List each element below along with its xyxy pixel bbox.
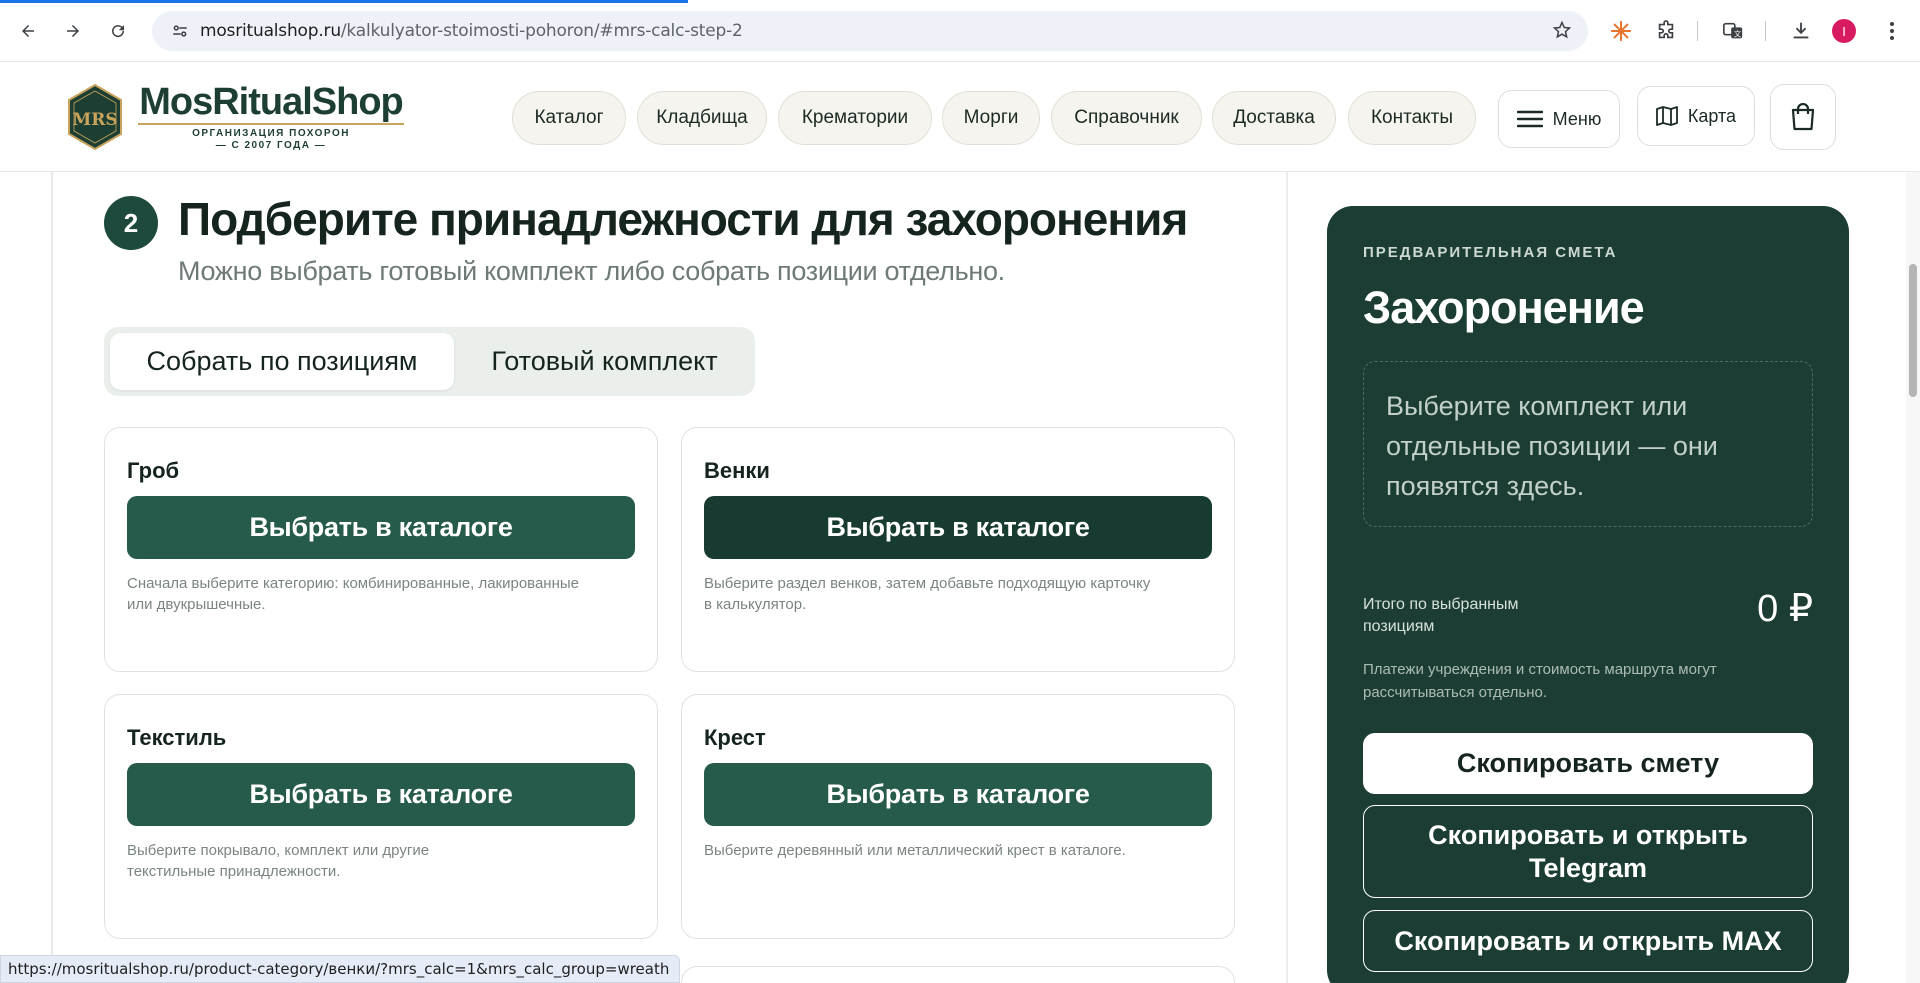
svg-text:MRS: MRS [72, 110, 117, 130]
site-header: MRS MosRitualShop ОРГАНИЗАЦИЯ ПОХОРОН — … [0, 62, 1920, 172]
nav-catalog[interactable]: Каталог [512, 91, 626, 145]
estimate-total-label: Итого по выбранным позициям [1363, 596, 1519, 635]
forward-button[interactable] [57, 15, 89, 47]
card-description-line: или двукрышечные. [127, 596, 266, 613]
profile-avatar[interactable]: I [1832, 19, 1856, 43]
content-divider [1286, 172, 1288, 983]
url-path: /kalkulyator-stoimosti-pohoron/#mrs-calc… [340, 21, 743, 41]
card-title: Венки [704, 458, 770, 483]
cart-button[interactable] [1770, 84, 1836, 150]
card-description-line: в калькулятор. [704, 596, 807, 613]
nav-morgues[interactable]: Морги [942, 91, 1040, 145]
reload-icon [112, 25, 125, 38]
logo-text: MosRitualShop ОРГАНИЗАЦИЯ ПОХОРОН — С 20… [138, 82, 404, 152]
item-card-textile: Текстиль Выбрать в каталоге Выберите пок… [104, 694, 658, 939]
arrow-left-icon [22, 25, 34, 37]
step-subtitle: Можно выбрать готовый комплект либо собр… [178, 256, 1005, 286]
card-description-line: Выберите раздел венков, затем добавьте п… [704, 575, 1151, 592]
page-scrollbar[interactable] [1906, 172, 1920, 983]
card-title: Гроб [127, 458, 180, 483]
shopping-bag-icon [1791, 103, 1815, 131]
nav-directory[interactable]: Справочник [1051, 91, 1202, 145]
arrow-right-icon [67, 25, 79, 37]
bookmark-star-icon[interactable] [1552, 20, 1572, 45]
card-description-line: текстильные принадлежности. [127, 863, 341, 880]
map-button[interactable]: Карта [1637, 86, 1755, 146]
tab-ready-set[interactable]: Готовый комплект [460, 333, 749, 390]
card-description: Выберите покрывало, комплект или другие т… [127, 840, 587, 882]
estimate-empty-state: Выберите комплект или отдельные позиции … [1363, 361, 1813, 527]
url-host: mosritualshop.ru [200, 21, 341, 41]
extension-sun-icon[interactable] [1605, 15, 1637, 47]
map-icon [1656, 106, 1678, 126]
logo-emblem-icon: MRS [68, 83, 122, 151]
logo-name: MosRitualShop [139, 81, 404, 123]
nav-crematoria[interactable]: Крематории [778, 91, 932, 145]
card-description: Выберите раздел венков, затем добавьте п… [704, 573, 1164, 615]
item-card-wreaths: Венки Выбрать в каталоге Выберите раздел… [681, 427, 1235, 672]
copy-open-telegram-button[interactable]: Скопировать и открыть Telegram [1363, 805, 1813, 898]
nav-delivery[interactable]: Доставка [1212, 91, 1336, 145]
copy-estimate-button[interactable]: Скопировать смету [1363, 733, 1813, 794]
item-card-partial [681, 966, 1235, 983]
mode-tabs: Собрать по позициям Готовый комплект [104, 327, 755, 396]
scrollbar-thumb[interactable] [1909, 264, 1917, 397]
estimate-note: Платежи учреждения и стоимость маршрута … [1363, 661, 1717, 701]
card-description-line: Сначала выберите категорию: комбинирован… [127, 575, 579, 592]
choose-in-catalog-button[interactable]: Выбрать в каталоге [127, 496, 635, 559]
toolbar-divider [1697, 21, 1698, 41]
back-button[interactable] [12, 15, 44, 47]
copy-open-max-button[interactable]: Скопировать и открыть MAX [1363, 910, 1813, 972]
address-bar[interactable]: mosritualshop.ru/kalkulyator-stoimosti-p… [152, 11, 1588, 51]
more-vertical-icon[interactable] [1876, 15, 1908, 47]
downloads-icon[interactable] [1785, 15, 1817, 47]
svg-text:文: 文 [1734, 30, 1742, 39]
site-logo[interactable]: MRS MosRitualShop ОРГАНИЗАЦИЯ ПОХОРОН — … [66, 82, 404, 152]
item-card-cross: Крест Выбрать в каталоге Выберите деревя… [681, 694, 1235, 939]
choose-in-catalog-button[interactable]: Выбрать в каталоге [704, 763, 1212, 826]
card-description: Сначала выберите категорию: комбинирован… [127, 573, 587, 615]
hamburger-icon [1516, 110, 1543, 128]
translate-icon[interactable]: 文 [1717, 15, 1749, 47]
nav-cemeteries[interactable]: Кладбища [637, 91, 767, 145]
item-card-coffin: Гроб Выбрать в каталоге Сначала выберите… [104, 427, 658, 672]
choose-in-catalog-button[interactable]: Выбрать в каталоге [127, 763, 635, 826]
card-description-line: Выберите деревянный или металлический кр… [704, 842, 1126, 859]
url-text: mosritualshop.ru/kalkulyator-stoimosti-p… [200, 21, 743, 41]
estimate-panel: ПРЕДВАРИТЕЛЬНАЯ СМЕТА Захоронение Выбери… [1327, 206, 1849, 983]
map-label: Карта [1687, 105, 1737, 126]
logo-since: — С 2007 ГОДА — [215, 140, 327, 151]
card-description: Выберите деревянный или металлический кр… [704, 840, 1164, 861]
step-number-badge: 2 [104, 196, 158, 250]
step-title: Подберите принадлежности для захоронения [178, 193, 1188, 245]
site-info-icon[interactable] [160, 22, 200, 40]
menu-button[interactable]: Меню [1498, 90, 1620, 148]
browser-toolbar: mosritualshop.ru/kalkulyator-stoimosti-p… [0, 0, 1920, 62]
content-border-left [51, 172, 53, 983]
extensions-puzzle-icon[interactable] [1650, 15, 1682, 47]
nav-contacts[interactable]: Контакты [1348, 91, 1476, 145]
link-status-preview: https://mosritualshop.ru/product-categor… [0, 955, 681, 983]
reload-button[interactable] [102, 15, 134, 47]
logo-tagline: ОРГАНИЗАЦИЯ ПОХОРОН [192, 128, 350, 139]
card-description-line: Выберите покрывало, комплект или другие [127, 842, 430, 859]
estimate-eyebrow: ПРЕДВАРИТЕЛЬНАЯ СМЕТА [1363, 244, 1618, 261]
card-title: Крест [704, 725, 766, 750]
tab-build-by-items[interactable]: Собрать по позициям [110, 333, 454, 390]
choose-in-catalog-button[interactable]: Выбрать в каталоге [704, 496, 1212, 559]
menu-label: Меню [1552, 108, 1602, 129]
logo-underline [138, 123, 404, 125]
estimate-total-value: 0 ₽ [1757, 588, 1813, 630]
toolbar-divider [1765, 21, 1766, 41]
card-title: Текстиль [127, 725, 227, 750]
estimate-title: Захоронение [1363, 282, 1645, 333]
page-load-progress [0, 0, 688, 3]
